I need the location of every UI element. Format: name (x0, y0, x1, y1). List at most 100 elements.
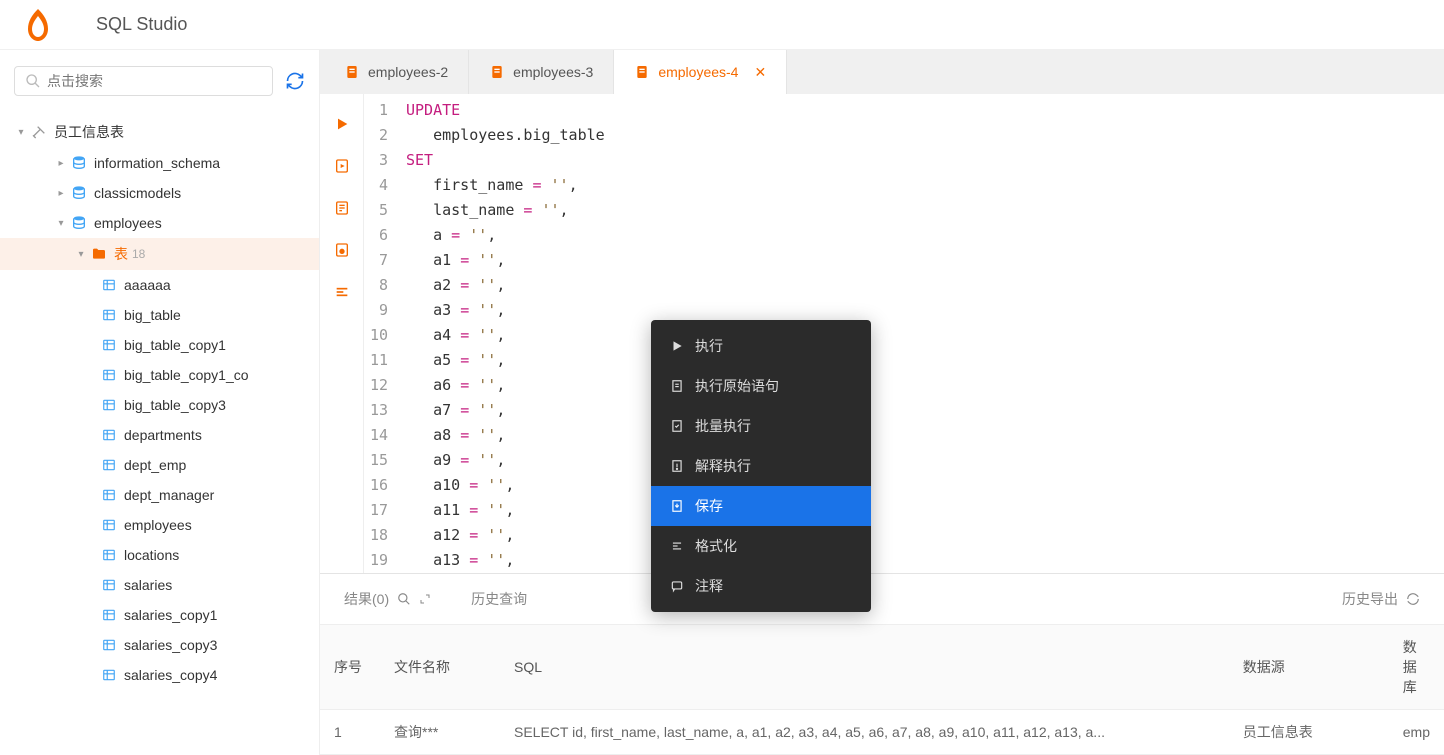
col-datasource[interactable]: 数据源 (1229, 625, 1389, 710)
tree-table[interactable]: big_table (0, 300, 319, 330)
tree-table-label: employees (124, 517, 192, 533)
search-icon[interactable] (397, 592, 411, 606)
tree-table[interactable]: salaries_copy3 (0, 630, 319, 660)
tree-table[interactable]: salaries_copy4 (0, 660, 319, 690)
app-header: SQL Studio (0, 0, 1444, 50)
table-icon (100, 306, 118, 324)
tree-table[interactable]: employees (0, 510, 319, 540)
results-tab-bar: 结果(0) 历史查询 历史导出 (320, 574, 1444, 624)
cell-datasource: 员工信息表 (1229, 710, 1389, 755)
context-menu-item[interactable]: 执行原始语句 (651, 366, 871, 406)
tree-table[interactable]: aaaaaa (0, 270, 319, 300)
tree-db-label: information_schema (94, 155, 220, 171)
editor-tab[interactable]: employees-3 (469, 50, 614, 94)
cell-filename: 查询*** (380, 710, 500, 755)
col-database[interactable]: 数据库 (1389, 625, 1444, 710)
context-menu-item[interactable]: 保存 (651, 486, 871, 526)
line-gutter: 12345678910111213141516171819 (364, 94, 398, 573)
database-icon (70, 154, 88, 172)
tree-table-label: salaries_copy4 (124, 667, 217, 683)
chevron-icon: ▸ (54, 156, 68, 170)
tree-folder-tables[interactable]: ▾ 表 18 (0, 238, 319, 270)
editor-toolbar (320, 94, 364, 573)
format-button[interactable] (332, 282, 352, 302)
batch-icon (669, 418, 685, 434)
history-export-label: 历史导出 (1342, 589, 1398, 609)
editor-area: 12345678910111213141516171819 UPDATE emp… (320, 94, 1444, 573)
tree-table[interactable]: dept_manager (0, 480, 319, 510)
sidebar: ▾ 员工信息表 ▸ information_schema ▸classicmodel… (0, 50, 320, 755)
col-sql[interactable]: SQL (500, 625, 1229, 710)
tree-table-label: big_table_copy3 (124, 397, 226, 413)
table-icon (100, 666, 118, 684)
refresh-icon[interactable] (1406, 592, 1420, 606)
tree-table-label: salaries (124, 577, 172, 593)
sql-file-icon (634, 64, 650, 80)
connection-icon (30, 123, 48, 141)
tree-db-label: classicmodels (94, 185, 181, 201)
doc-icon (669, 378, 685, 394)
tree-folder-label: 表 (114, 244, 128, 264)
context-menu-item[interactable]: 执行 (651, 326, 871, 366)
code-editor[interactable]: 12345678910111213141516171819 UPDATE emp… (364, 94, 1444, 573)
context-menu-label: 批量执行 (695, 416, 751, 436)
context-menu-item[interactable]: 格式化 (651, 526, 871, 566)
table-row[interactable]: 1查询***SELECT id, first_name, last_name, … (320, 710, 1444, 755)
results-tab[interactable]: 结果(0) (344, 589, 431, 609)
close-icon[interactable]: ✕ (754, 64, 766, 81)
table-icon (100, 366, 118, 384)
search-icon (25, 73, 41, 89)
tree-table[interactable]: big_table_copy3 (0, 390, 319, 420)
editor-tab[interactable]: employees-4✕ (614, 50, 787, 94)
run-button[interactable] (332, 114, 352, 134)
context-menu-item[interactable]: 批量执行 (651, 406, 871, 446)
context-menu-item[interactable]: 解释执行 (651, 446, 871, 486)
explain-button[interactable] (332, 198, 352, 218)
refresh-icon[interactable] (285, 71, 305, 91)
editor-tab[interactable]: employees-2 (324, 50, 469, 94)
tree-table[interactable]: big_table_copy1_co (0, 360, 319, 390)
context-menu-label: 注释 (695, 576, 723, 596)
save-button[interactable] (332, 240, 352, 260)
context-menu-item[interactable]: 注释 (651, 566, 871, 606)
table-icon (100, 636, 118, 654)
tree-database[interactable]: ▸ information_schema (0, 148, 319, 178)
history-query-label: 历史查询 (471, 589, 527, 609)
history-export-tab[interactable]: 历史导出 (1342, 589, 1420, 609)
tree-table[interactable]: locations (0, 540, 319, 570)
database-icon (70, 214, 88, 232)
tree-table[interactable]: departments (0, 420, 319, 450)
tree-table[interactable]: dept_emp (0, 450, 319, 480)
tree-root[interactable]: ▾ 员工信息表 (0, 116, 319, 148)
table-icon (100, 546, 118, 564)
search-box[interactable] (14, 66, 273, 96)
tree-table-label: dept_emp (124, 457, 186, 473)
results-panel: 结果(0) 历史查询 历史导出 序号 文件名称 SQL 数据源 数据库 (320, 573, 1444, 755)
tree-root-label: 员工信息表 (54, 122, 124, 142)
expand-icon[interactable] (419, 593, 431, 605)
tree-table[interactable]: salaries_copy1 (0, 600, 319, 630)
tree-table[interactable]: big_table_copy1 (0, 330, 319, 360)
col-filename[interactable]: 文件名称 (380, 625, 500, 710)
tree-database[interactable]: ▸classicmodels (0, 178, 319, 208)
col-seq[interactable]: 序号 (320, 625, 380, 710)
tree-table-label: aaaaaa (124, 277, 171, 293)
table-icon (100, 576, 118, 594)
context-menu-label: 解释执行 (695, 456, 751, 476)
save-icon (669, 498, 685, 514)
tree-table[interactable]: salaries (0, 570, 319, 600)
code-content[interactable]: UPDATE employees.big_tableSET first_name… (398, 94, 1444, 573)
tree-db-label: employees (94, 215, 162, 231)
tree: ▾ 员工信息表 ▸ information_schema ▸classicmodel… (0, 112, 319, 755)
history-query-tab[interactable]: 历史查询 (471, 589, 527, 609)
cell-seq: 1 (320, 710, 380, 755)
app-logo-icon (20, 7, 56, 43)
context-menu-label: 执行 (695, 336, 723, 356)
tree-database[interactable]: ▾employees (0, 208, 319, 238)
chevron-down-icon: ▾ (74, 247, 88, 261)
format-icon (669, 538, 685, 554)
run-script-button[interactable] (332, 156, 352, 176)
table-icon (100, 336, 118, 354)
search-input[interactable] (47, 73, 262, 89)
table-icon (100, 606, 118, 624)
